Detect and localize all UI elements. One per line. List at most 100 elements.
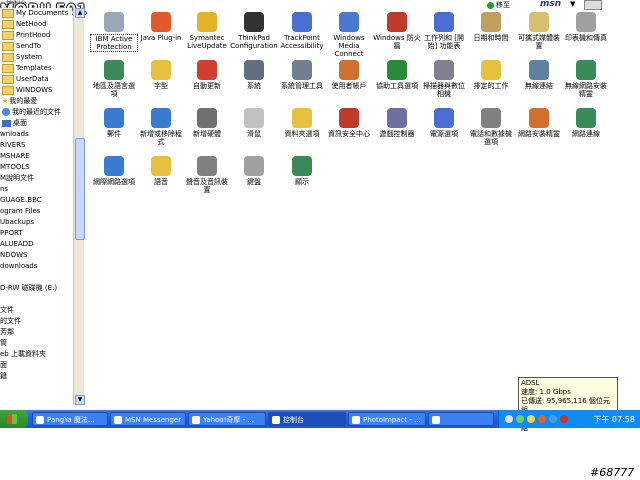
control-panel-item[interactable]: 協助工具選項: [373, 60, 421, 90]
control-panel-item[interactable]: Java Plug-in: [137, 12, 185, 42]
control-panel-item[interactable]: 系統管理工具: [278, 60, 326, 90]
tree-item[interactable]: ns: [0, 184, 8, 194]
tree-item[interactable]: PrintHood: [0, 30, 50, 40]
tree-item[interactable]: 我的最近的文件: [0, 107, 61, 117]
tree-item[interactable]: 桌面: [0, 118, 27, 128]
tree-item[interactable]: Templates: [0, 63, 52, 73]
taskbar-button[interactable]: [428, 412, 494, 426]
control-panel-item[interactable]: 系統: [230, 60, 278, 90]
control-panel-item[interactable]: 電源選項: [420, 108, 468, 138]
tree-item[interactable]: PPORT: [0, 228, 23, 238]
tray-msn-icon[interactable]: [549, 415, 557, 423]
tree-item[interactable]: GUAGE.BBC: [0, 195, 42, 205]
start-button[interactable]: [0, 410, 28, 428]
control-panel-item-label: 工作列和 [開始] 功能表: [424, 34, 464, 50]
tree-item[interactable]: D-RW 磁碟機 (E:): [0, 283, 57, 293]
tree-item[interactable]: MTOOLS: [0, 162, 30, 172]
control-panel-item[interactable]: 無線網路安裝精靈: [562, 60, 610, 98]
scroll-up-arrow-icon[interactable]: ▲: [75, 8, 85, 18]
scroll-thumb[interactable]: [75, 138, 85, 240]
control-panel-item[interactable]: 可攜式媒體裝置: [515, 12, 563, 50]
print-toolbar-icon[interactable]: [584, 0, 602, 10]
control-panel-item[interactable]: 掃描器與數位相機: [420, 60, 468, 98]
tree-item[interactable]: 籍: [0, 371, 7, 381]
tree-item[interactable]: SendTo: [0, 41, 41, 51]
msn-dropdown-chevron-icon[interactable]: ▼: [570, 0, 575, 8]
control-panel-item-label: 郵件: [107, 130, 121, 138]
control-panel-item[interactable]: 聲音及音訊裝置: [183, 156, 231, 194]
tree-item[interactable]: wnloads: [0, 129, 29, 139]
control-panel-item-label: 字型: [154, 82, 168, 90]
taskbar-button[interactable]: PhotoImpact - ...: [348, 412, 426, 426]
tree-item[interactable]: System: [0, 52, 42, 62]
tree-item[interactable]: ALUEADD: [0, 239, 33, 249]
control-panel-item[interactable]: 網路安裝精靈: [515, 108, 563, 138]
control-panel-item[interactable]: TrackPoint Accessibility: [278, 12, 326, 50]
tray-battery-icon[interactable]: [538, 415, 546, 423]
control-panel-item[interactable]: Windows Media Connect: [325, 12, 373, 58]
control-panel-item[interactable]: 新增硬體: [183, 108, 231, 138]
tree-item-label: 桌面: [13, 119, 27, 127]
control-panel-item[interactable]: 遊戲控制器: [373, 108, 421, 138]
control-panel-item[interactable]: Symantec LiveUpdate: [183, 12, 231, 50]
app-icon: [432, 416, 440, 424]
control-panel-item[interactable]: 顯示: [278, 156, 326, 186]
tree-item[interactable]: UserData: [0, 74, 49, 84]
control-panel-item[interactable]: 鍵盤: [230, 156, 278, 186]
taskbar-button[interactable]: 控制台: [268, 412, 346, 426]
msn-toolbar-logo[interactable]: msn: [540, 0, 561, 9]
tree-item[interactable]: 的文件: [0, 316, 21, 326]
control-panel-item[interactable]: 日期和時間: [467, 12, 515, 42]
control-panel-item[interactable]: 地區及語言選項: [90, 60, 138, 98]
control-panel-item[interactable]: 使用者帳戶: [325, 60, 373, 90]
tray-shield-icon[interactable]: [505, 415, 513, 423]
control-panel-item[interactable]: 工作列和 [開始] 功能表: [420, 12, 468, 50]
control-panel-item[interactable]: 排定的工作: [467, 60, 515, 90]
tree-item[interactable]: M說明文件: [0, 173, 34, 183]
control-panel-item[interactable]: IBM Active Protection: [90, 12, 138, 52]
taskbar-button[interactable]: PangYa 魔法...: [32, 412, 108, 426]
control-panel-item-label: 資訊安全中心: [328, 130, 370, 138]
taskbar-clock[interactable]: 下午 07:58: [593, 414, 635, 425]
control-panel-item[interactable]: 電話和數據機選項: [467, 108, 515, 146]
control-panel-item[interactable]: 郵件: [90, 108, 138, 138]
tree-scrollbar[interactable]: ▲ ▼: [73, 8, 85, 405]
tree-item[interactable]: NetHood: [0, 19, 47, 29]
tree-item[interactable]: eb 上載資料夾: [0, 349, 46, 359]
control-panel-item[interactable]: ThinkPad Configuration: [230, 12, 278, 50]
control-panel-item[interactable]: 印表機和傳真: [562, 12, 610, 42]
go-button[interactable]: 移至: [487, 0, 527, 9]
tree-item[interactable]: MSHARE: [0, 151, 30, 161]
control-panel-item[interactable]: 滑鼠: [230, 108, 278, 138]
tree-item-label: PPORT: [0, 229, 23, 237]
control-panel-item[interactable]: 無線連結: [515, 60, 563, 90]
control-panel-item[interactable]: Windows 防火牆: [373, 12, 421, 50]
control-panel-item[interactable]: 自動更新: [183, 60, 231, 90]
control-panel-item-label: 電話和數據機選項: [470, 130, 512, 146]
control-panel-item[interactable]: 語音: [137, 156, 185, 186]
control-panel-item[interactable]: 網際網路選項: [90, 156, 138, 186]
tree-item[interactable]: RIVERS: [0, 140, 25, 150]
control-panel-item[interactable]: 網路連線: [562, 108, 610, 138]
tray-network-icon[interactable]: [516, 415, 524, 423]
tree-item[interactable]: My Documents: [0, 8, 68, 18]
tree-item[interactable]: 筒: [0, 338, 7, 348]
tree-item[interactable]: 面: [0, 360, 7, 370]
tree-item[interactable]: 文件: [0, 305, 14, 315]
tray-volume-icon[interactable]: [527, 415, 535, 423]
tree-item[interactable]: NDOWS: [0, 250, 28, 260]
tree-item[interactable]: 芳鄰: [0, 327, 14, 337]
control-panel-item[interactable]: 新增或移除程式: [137, 108, 185, 146]
scroll-down-arrow-icon[interactable]: ▼: [75, 395, 85, 405]
taskbar-button[interactable]: Yahoo!奇摩 - ...: [188, 412, 266, 426]
taskbar-button[interactable]: MSN Messenger: [110, 412, 186, 426]
tree-item[interactable]: downloads: [0, 261, 38, 271]
tree-item[interactable]: WINDOWS: [0, 85, 53, 95]
tree-item[interactable]: ogram Files: [0, 206, 40, 216]
tree-item[interactable]: Ubackups: [0, 217, 34, 227]
tray-antivirus-icon[interactable]: [560, 415, 568, 423]
control-panel-item[interactable]: 資料夾選項: [278, 108, 326, 138]
control-panel-item[interactable]: 資訊安全中心: [325, 108, 373, 138]
tree-item[interactable]: ★我的最愛: [0, 96, 37, 106]
control-panel-item[interactable]: 字型: [137, 60, 185, 90]
